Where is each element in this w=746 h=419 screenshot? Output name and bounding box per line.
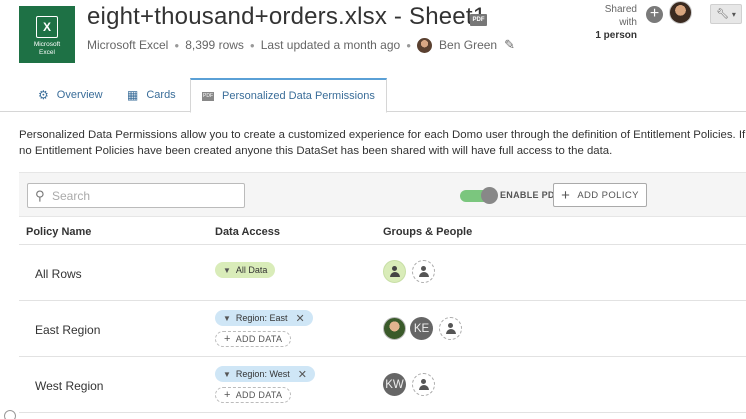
tab-bar: ⚙ Overview ▦ Cards PDF Personalized Data…: [0, 78, 746, 113]
owner-name[interactable]: Ben Green: [439, 38, 497, 52]
excel-x-icon: X: [36, 16, 58, 38]
enable-pd-toggle[interactable]: [460, 187, 498, 204]
policy-toolbar: ⚲ ENABLE PD + ADD POLICY: [19, 172, 746, 217]
source-label: Microsoft Excel: [87, 38, 169, 52]
row-count: 8,399 rows: [185, 38, 244, 52]
shared-with[interactable]: Shared with 1 person: [585, 3, 637, 42]
shared-with-count: 1 person: [595, 30, 637, 41]
table-row[interactable]: West Region ▼ Region: West ✕ + ADD DATA …: [19, 357, 746, 413]
add-person-button[interactable]: [412, 373, 435, 396]
excel-logo-line2: Excel: [39, 49, 55, 56]
add-person-button[interactable]: [412, 260, 435, 283]
add-data-label: ADD DATA: [235, 334, 283, 344]
table-row[interactable]: East Region ▼ Region: East ✕ + ADD DATA …: [19, 301, 746, 357]
data-access-pill[interactable]: ▼ Region: West ✕: [215, 366, 315, 382]
group-icon: [389, 266, 400, 277]
data-access-pill[interactable]: ▼ All Data: [215, 262, 276, 278]
tab-personalized-data-permissions[interactable]: PDF Personalized Data Permissions: [190, 78, 387, 113]
dataset-header: X Microsoft Excel eight+thousand+orders.…: [0, 0, 746, 78]
tab-cards[interactable]: ▦ Cards: [127, 78, 176, 112]
enable-pd-label: ENABLE PD: [500, 190, 555, 200]
column-header-groups-people: Groups & People: [383, 226, 473, 238]
add-data-button[interactable]: + ADD DATA: [215, 387, 292, 403]
data-access-pill[interactable]: ▼ Region: East ✕: [215, 310, 313, 326]
column-header-data-access: Data Access: [215, 226, 281, 238]
tab-label: Cards: [146, 89, 176, 101]
policy-name[interactable]: West Region: [35, 379, 103, 393]
dataset-title: eight+thousand+orders.xlsx - Sheet1: [87, 3, 487, 30]
plus-icon: +: [224, 389, 231, 401]
policy-table-header: Policy Name Data Access Groups & People: [19, 218, 746, 245]
add-policy-button[interactable]: + ADD POLICY: [553, 183, 647, 207]
toggle-knob[interactable]: [481, 187, 498, 204]
policy-name[interactable]: All Rows: [35, 267, 82, 281]
group-avatar[interactable]: [383, 260, 406, 283]
person-icon: [445, 323, 456, 334]
remove-filter-icon[interactable]: ✕: [298, 368, 307, 381]
separator-dot: ●: [406, 40, 412, 50]
pdf-icon: PDF: [202, 91, 214, 101]
tab-label: Overview: [56, 89, 103, 101]
separator-dot: ●: [174, 40, 180, 50]
user-avatar[interactable]: [383, 317, 406, 340]
filter-icon: ▼: [223, 313, 231, 323]
wrench-menu-button[interactable]: 🔧︎ ▾: [710, 4, 742, 24]
add-data-button[interactable]: + ADD DATA: [215, 331, 292, 347]
filter-icon: ▼: [223, 265, 231, 275]
add-share-icon[interactable]: +: [646, 6, 663, 23]
person-icon: [418, 266, 429, 277]
add-data-label: ADD DATA: [235, 390, 283, 400]
last-updated: Last updated a month ago: [260, 38, 401, 52]
gear-icon: ⚙: [38, 88, 49, 102]
user-avatar-initials[interactable]: KE: [410, 317, 433, 340]
pdp-description: Personalized Data Permissions allow you …: [19, 129, 746, 157]
user-avatar-initials[interactable]: KW: [383, 373, 406, 396]
search-box[interactable]: ⚲: [27, 183, 245, 208]
remove-filter-icon[interactable]: ✕: [295, 312, 304, 325]
help-circle-icon[interactable]: [4, 410, 16, 419]
add-policy-label: ADD POLICY: [577, 189, 639, 201]
tab-label: Personalized Data Permissions: [222, 90, 375, 102]
excel-logo: X Microsoft Excel: [19, 6, 75, 63]
owner-avatar[interactable]: [417, 37, 433, 53]
dataset-meta: Microsoft Excel ● 8,399 rows ● Last upda…: [87, 37, 515, 53]
policy-name[interactable]: East Region: [35, 323, 100, 337]
tab-overview[interactable]: ⚙ Overview: [38, 78, 103, 112]
add-person-button[interactable]: [439, 317, 462, 340]
table-row[interactable]: All Rows ▼ All Data: [19, 245, 746, 301]
column-header-policy-name: Policy Name: [26, 226, 92, 238]
data-access-label: All Data: [235, 265, 268, 275]
grid-icon: ▦: [127, 88, 139, 102]
shared-with-label: Shared with: [604, 4, 637, 28]
filter-icon: ▼: [223, 369, 231, 379]
person-icon: [418, 379, 429, 390]
search-icon: ⚲: [35, 188, 45, 203]
chevron-down-icon: ▾: [731, 9, 736, 19]
separator-dot: ●: [249, 40, 255, 50]
plus-icon: +: [561, 186, 571, 204]
search-input[interactable]: [52, 187, 237, 204]
excel-logo-line1: Microsoft: [33, 41, 61, 48]
data-access-label: Region: West: [235, 369, 290, 379]
plus-icon: +: [224, 333, 231, 345]
pdf-badge: PDF: [470, 14, 487, 26]
shared-user-avatar[interactable]: [669, 1, 692, 24]
data-access-label: Region: East: [235, 313, 288, 323]
edit-pencil-icon[interactable]: ✎: [504, 37, 515, 53]
wrench-icon: 🔧︎: [716, 8, 729, 20]
